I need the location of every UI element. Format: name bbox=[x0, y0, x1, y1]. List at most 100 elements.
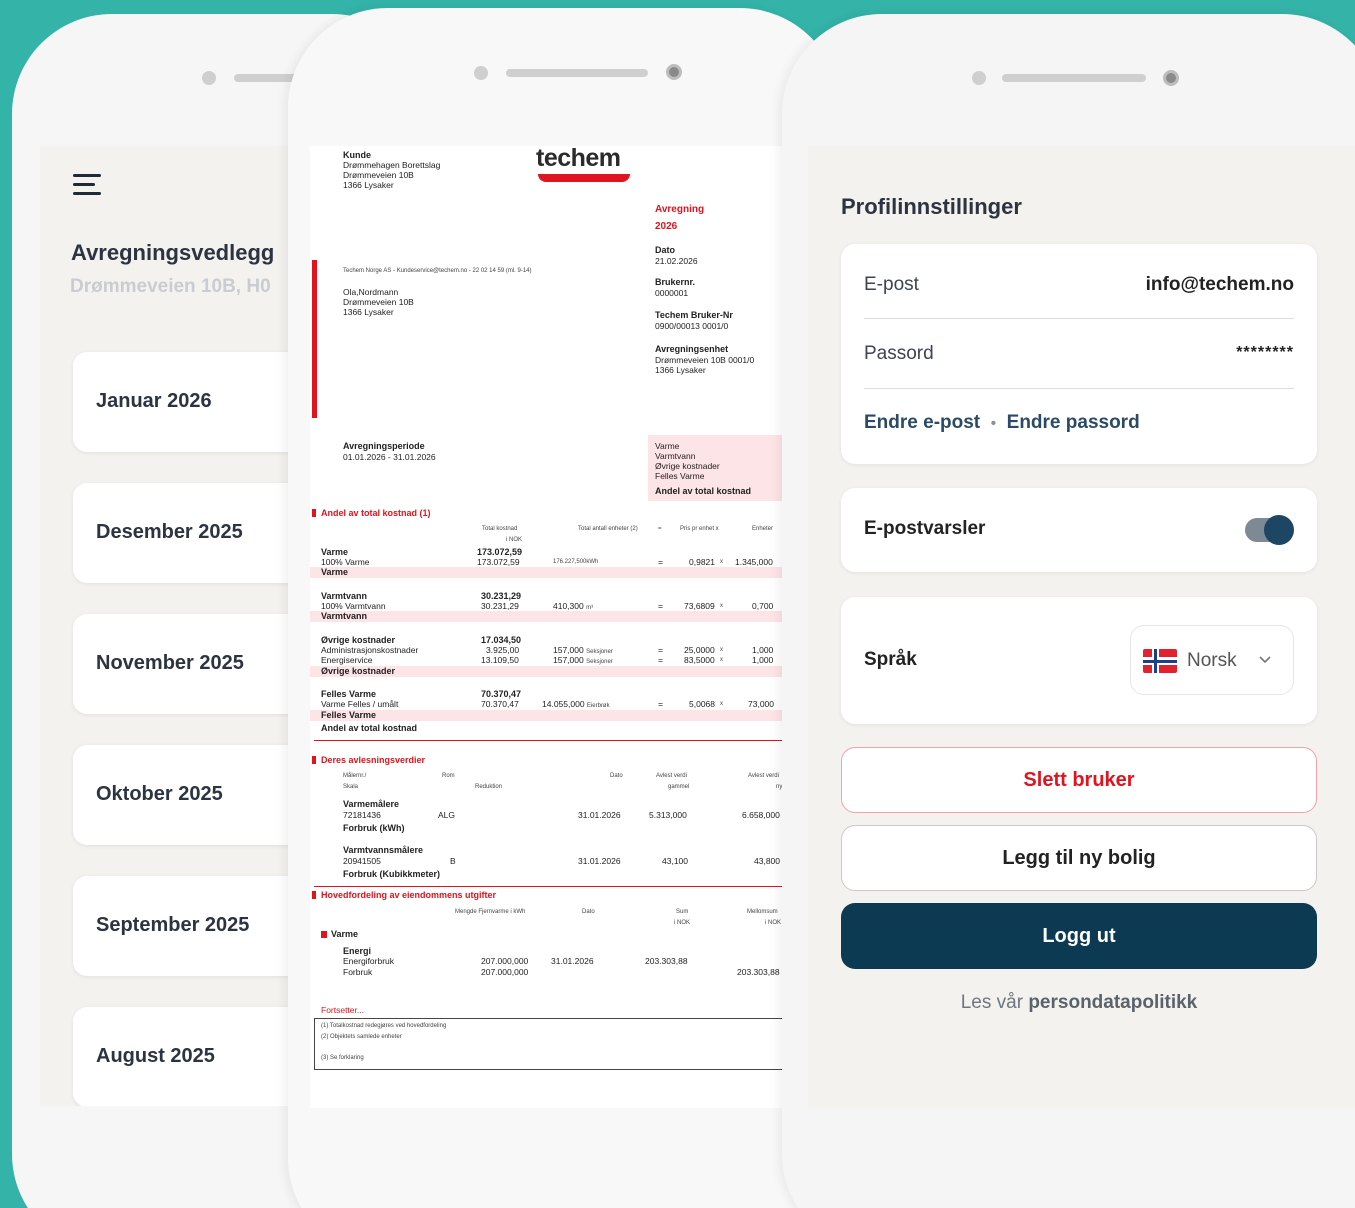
change-email-link[interactable]: Endre e-post bbox=[864, 412, 980, 433]
summary-line: Varmtvann bbox=[655, 451, 696, 461]
units: 14.055,000 bbox=[542, 699, 585, 709]
group-total: 70.370,47 bbox=[481, 689, 522, 699]
group-footer-bg bbox=[310, 611, 782, 622]
userno-value: 0000001 bbox=[655, 288, 689, 298]
profile-screen: Profilinnstillinger E-post info@techem.n… bbox=[808, 146, 1355, 1108]
summary-line: Øvrige kostnader bbox=[655, 461, 720, 471]
meter-usage: Forbruk (kWh) bbox=[343, 823, 405, 833]
summary-line: Varme bbox=[655, 441, 680, 451]
group-sub-value: 30.231,29 bbox=[481, 601, 519, 611]
note: (1) Totalkostnad redegjøres ved hovedfor… bbox=[321, 1023, 447, 1029]
unit-line: 1366 Lysaker bbox=[655, 365, 706, 375]
s3-sub: Energi bbox=[343, 946, 372, 956]
section-marker bbox=[312, 509, 316, 517]
s3-row-label: Energiforbruk bbox=[343, 956, 395, 966]
equals-sign: = bbox=[658, 655, 663, 665]
language-select[interactable]: Norsk bbox=[1130, 625, 1294, 695]
times-sign: x bbox=[720, 647, 723, 653]
doc-heading: Avregning bbox=[655, 204, 705, 215]
recipient-line: Ola,Nordmann bbox=[343, 287, 399, 297]
delete-user-button[interactable]: Slett bruker bbox=[841, 747, 1317, 813]
equals-sign: = bbox=[658, 699, 663, 709]
privacy-policy-link[interactable]: persondatapolitikk bbox=[1028, 992, 1197, 1013]
techem-no-label: Techem Bruker-Nr bbox=[655, 310, 733, 320]
unit-label: Avregningsenhet bbox=[655, 344, 729, 354]
quantity: 0,700 bbox=[752, 601, 774, 611]
meter-usage: Forbruk (Kubikkmeter) bbox=[343, 869, 441, 879]
sender-line: Techem Norge AS - Kundeservice@techem.no… bbox=[343, 268, 532, 274]
speaker bbox=[506, 69, 648, 77]
group-sub-value: 173.072,59 bbox=[477, 557, 520, 567]
notifications-toggle[interactable] bbox=[1245, 515, 1294, 545]
change-password-link[interactable]: Endre passord bbox=[1007, 412, 1140, 433]
meter-date: 31.01.2026 bbox=[578, 856, 621, 866]
group-sub-value: 70.370,47 bbox=[481, 699, 519, 709]
notifications-card: E-postvarsler bbox=[841, 488, 1317, 572]
group-name: Varmtvann bbox=[321, 591, 368, 601]
logout-button[interactable]: Logg ut bbox=[841, 903, 1317, 969]
group-name: Felles Varme bbox=[321, 689, 377, 699]
meter-room: ALG bbox=[438, 810, 456, 820]
privacy-policy-text: Les vår persondatapolitikk bbox=[841, 992, 1317, 1014]
sensor-dot bbox=[474, 66, 488, 80]
period-value: 01.01.2026 - 31.01.2026 bbox=[343, 452, 436, 462]
group-total: 30.231,29 bbox=[481, 591, 522, 601]
meter-number: 20941505 bbox=[343, 856, 381, 866]
equals-sign: = bbox=[658, 645, 663, 655]
account-card: E-post info@techem.no Passord ******** E… bbox=[841, 244, 1317, 464]
date-value: 21.02.2026 bbox=[655, 256, 698, 266]
group-footer: Felles Varme bbox=[321, 710, 377, 720]
group-footer-bg bbox=[310, 710, 782, 721]
notes-rule bbox=[314, 1018, 782, 1019]
invoice-document[interactable]: Kunde Drømmehagen Borettslag Drømmeveien… bbox=[310, 146, 782, 1108]
s3-group: Varme bbox=[331, 929, 359, 939]
section-title: Hovedfordeling av eiendommens utgifter bbox=[321, 890, 497, 900]
col-header: Avlest verdi bbox=[748, 773, 779, 779]
meter-name: Varmtvannsmålere bbox=[343, 845, 424, 855]
summary-line: Felles Varme bbox=[655, 471, 705, 481]
s3-row-qty: 207.000,000 bbox=[481, 967, 529, 977]
group-name: Varme bbox=[321, 547, 349, 557]
month-label: Desember 2025 bbox=[96, 521, 243, 543]
note: (2) Objektets samlede enheter bbox=[321, 1034, 402, 1040]
link-separator: • bbox=[990, 415, 997, 432]
grand-total-label: Andel av total kostnad bbox=[321, 723, 418, 733]
col-header: i NOK bbox=[506, 537, 523, 543]
section-marker bbox=[312, 891, 316, 899]
date-label: Dato bbox=[655, 245, 675, 255]
customer-line: 1366 Lysaker bbox=[343, 180, 394, 190]
col-header: Sum bbox=[676, 909, 689, 915]
col-header: i NOK bbox=[674, 920, 691, 926]
meter-number: 72181436 bbox=[343, 810, 381, 820]
section-title: Deres avlesningsverdier bbox=[321, 755, 426, 765]
price: 83,5000 bbox=[684, 655, 715, 665]
add-home-button[interactable]: Legg til ny bolig bbox=[841, 825, 1317, 891]
group-sub: Energiservice bbox=[321, 655, 373, 665]
month-label: November 2025 bbox=[96, 652, 244, 674]
meter-old: 5.313,000 bbox=[649, 810, 687, 820]
s3-row-sum: 203.303,88 bbox=[645, 956, 688, 966]
customer-line: Drømmehagen Borettslag bbox=[343, 160, 441, 170]
col-header: = bbox=[658, 526, 662, 532]
recipient-line: 1366 Lysaker bbox=[343, 307, 394, 317]
month-label: August 2025 bbox=[96, 1045, 215, 1067]
meter-new: 43,800 bbox=[754, 856, 780, 866]
notifications-label: E-postvarsler bbox=[864, 518, 986, 539]
sensor-dot bbox=[202, 71, 216, 85]
language-card: Språk Norsk bbox=[841, 597, 1317, 724]
divider bbox=[864, 318, 1294, 319]
policy-prefix: Les vår bbox=[960, 992, 1024, 1013]
group-marker bbox=[321, 931, 327, 938]
unit-suffix: kWh bbox=[586, 559, 599, 565]
menu-icon[interactable] bbox=[73, 174, 101, 196]
col-header: Reduktion bbox=[475, 784, 503, 790]
month-label: Januar 2026 bbox=[96, 390, 212, 412]
recipient-line: Drømmeveien 10B bbox=[343, 297, 414, 307]
group-sub: 100% Varme bbox=[321, 557, 370, 567]
col-header: Mellomsum bbox=[747, 909, 778, 915]
col-header: gammel bbox=[668, 784, 690, 790]
meter-date: 31.01.2026 bbox=[578, 810, 621, 820]
price: 5,0068 bbox=[689, 699, 715, 709]
col-header: Skala bbox=[343, 784, 359, 790]
note: (3) Se forklaring bbox=[321, 1055, 364, 1061]
